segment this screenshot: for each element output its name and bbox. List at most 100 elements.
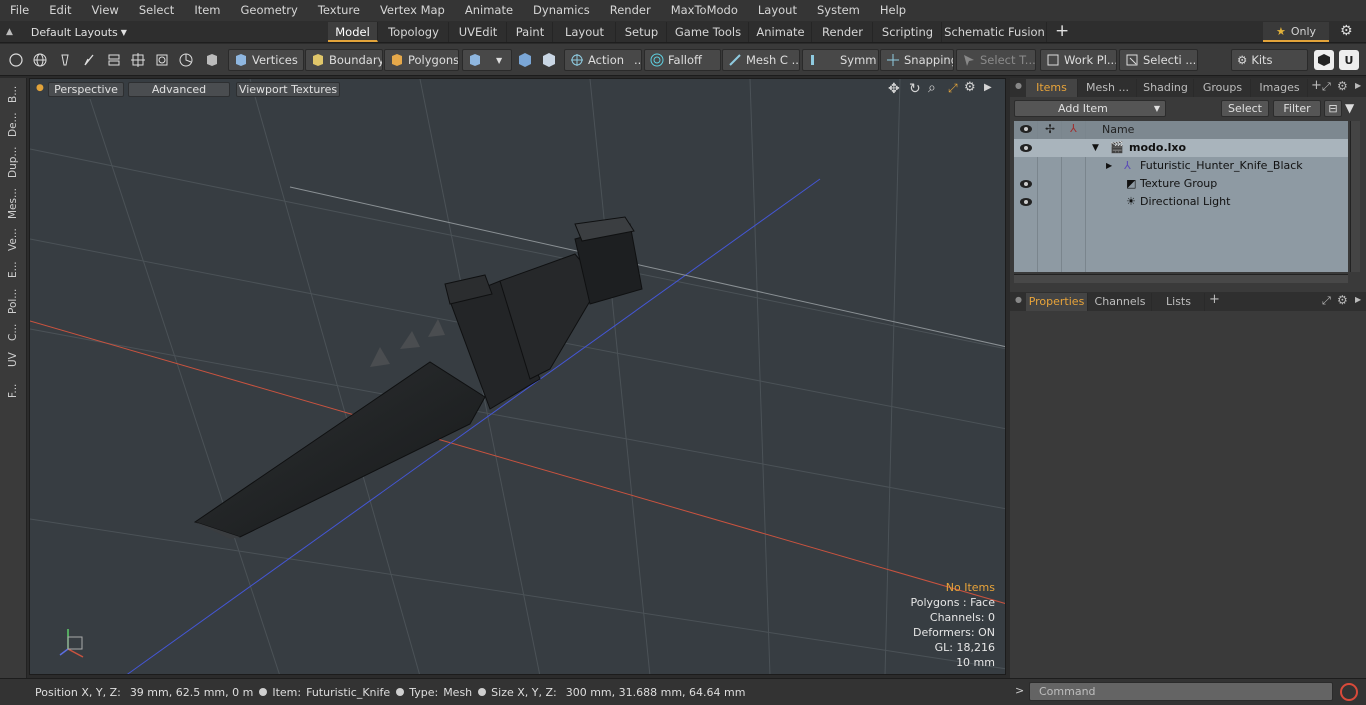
list-item[interactable]: ▼ 🎬 modo.lxo	[1014, 139, 1348, 157]
tab-render[interactable]: Render	[813, 22, 873, 42]
select-through-button[interactable]: Select T...	[956, 49, 1036, 71]
menu-layout[interactable]: Layout	[748, 0, 807, 21]
tab-groups[interactable]: Groups	[1195, 79, 1251, 97]
brush-icon[interactable]	[80, 51, 98, 69]
filter-funnel-icon[interactable]: ▼	[1345, 101, 1354, 115]
record-icon[interactable]	[1340, 683, 1358, 701]
transform-icon[interactable]	[105, 51, 123, 69]
menu-edit[interactable]: Edit	[39, 0, 81, 21]
falloff-button[interactable]: Falloff	[644, 49, 721, 71]
viewport-menu-dot[interactable]: ●	[36, 83, 44, 93]
items-h-scrollbar[interactable]	[1014, 274, 1348, 283]
snapping-button[interactable]: Snapping	[880, 49, 954, 71]
item-mode-button[interactable]: ▼	[462, 49, 512, 71]
play-arrow-icon[interactable]: ▶	[984, 82, 992, 93]
pan-icon[interactable]: ✥	[888, 81, 900, 97]
items-scrollbar[interactable]	[1350, 121, 1360, 272]
kits-button[interactable]: ⚙ Kits	[1231, 49, 1308, 71]
tab-images[interactable]: Images	[1252, 79, 1308, 97]
left-tab-mesh-edit[interactable]: Mes...	[4, 184, 22, 222]
cube-icon[interactable]	[1314, 50, 1334, 70]
tab-schematic-fusion[interactable]: Schematic Fusion	[943, 22, 1047, 42]
zoom-icon[interactable]: ⌕	[928, 80, 936, 96]
rotate-icon[interactable]	[177, 51, 195, 69]
menu-file[interactable]: File	[0, 0, 39, 21]
add-tab-icon[interactable]: +	[1311, 78, 1322, 93]
menu-maxtomodo[interactable]: MaxToModo	[661, 0, 748, 21]
command-input[interactable]: Command	[1029, 682, 1333, 701]
eye-icon[interactable]	[1019, 196, 1033, 214]
tab-properties[interactable]: Properties	[1026, 293, 1088, 311]
tab-animate[interactable]: Animate	[750, 22, 812, 42]
gear-icon[interactable]: ⚙	[1340, 23, 1353, 39]
tab-shading[interactable]: Shading	[1138, 79, 1194, 97]
tab-uvedit[interactable]: UVEdit	[450, 22, 507, 42]
tab-paint[interactable]: Paint	[508, 22, 553, 42]
menu-item[interactable]: Item	[184, 0, 230, 21]
left-tab-uv[interactable]: UV	[4, 348, 22, 372]
left-tab-deform[interactable]: De...	[4, 110, 22, 140]
panel-menu-dot[interactable]: ●	[1015, 81, 1022, 90]
layout-selector[interactable]: ▲ Default Layouts ▼	[6, 21, 127, 43]
mesh-constraint-button[interactable]: Mesh C ...	[722, 49, 800, 71]
add-item-button[interactable]: Add Item ▼	[1014, 100, 1166, 117]
rotate-view-icon[interactable]: ↻	[909, 81, 921, 97]
menu-geometry[interactable]: Geometry	[231, 0, 308, 21]
left-tab-curve[interactable]: C...	[4, 320, 22, 344]
list-item[interactable]: ☀ Directional Light	[1014, 193, 1348, 211]
gear-icon[interactable]: ⚙	[964, 80, 976, 95]
tab-layout[interactable]: Layout	[554, 22, 616, 42]
select-button[interactable]: Select	[1221, 100, 1269, 117]
menu-animate[interactable]: Animate	[455, 0, 523, 21]
advanced-button[interactable]: Advanced	[128, 82, 230, 97]
menu-vertex-map[interactable]: Vertex Map	[370, 0, 455, 21]
tab-scripting[interactable]: Scripting	[874, 22, 942, 42]
tab-setup[interactable]: Setup	[617, 22, 667, 42]
expand-arrow-icon[interactable]: ▶	[1106, 157, 1112, 175]
gear-icon[interactable]: ⚙	[1337, 79, 1348, 93]
add-tab-icon[interactable]: +	[1055, 21, 1069, 42]
list-item[interactable]: ▶ ⅄ Futuristic_Hunter_Knife_Black	[1014, 157, 1348, 175]
pen-icon[interactable]	[56, 51, 74, 69]
panel-menu-dot[interactable]: ●	[1015, 295, 1022, 304]
left-tab-fusion[interactable]: F...	[4, 376, 22, 406]
shield-blue-icon[interactable]	[516, 51, 534, 69]
play-arrow-icon[interactable]: ▶	[1355, 295, 1361, 304]
maximize-icon[interactable]: ⤢	[1322, 80, 1331, 94]
left-tab-vertex[interactable]: Ve...	[4, 226, 22, 254]
unreal-icon[interactable]: U	[1339, 50, 1359, 70]
selection-sets-button[interactable]: Selecti ...	[1119, 49, 1198, 71]
3d-viewport[interactable]: ● Perspective Advanced Viewport Textures…	[29, 78, 1006, 675]
workplane-button[interactable]: Work Pl...	[1040, 49, 1117, 71]
circle-select-icon[interactable]	[7, 51, 25, 69]
shield-icon[interactable]	[203, 51, 221, 69]
boundary-button[interactable]: Boundary	[305, 49, 383, 71]
menu-view[interactable]: View	[82, 0, 129, 21]
maximize-icon[interactable]: ⤢	[1322, 294, 1331, 308]
only-toggle[interactable]: ★ Only	[1263, 22, 1329, 42]
tab-topology[interactable]: Topology	[379, 22, 449, 42]
shield-check-icon[interactable]	[540, 51, 558, 69]
tab-items[interactable]: Items	[1026, 79, 1078, 97]
left-tab-polygon[interactable]: Pol...	[4, 286, 22, 316]
menu-help[interactable]: Help	[870, 0, 916, 21]
tab-lists[interactable]: Lists	[1153, 293, 1205, 311]
menu-render[interactable]: Render	[600, 0, 661, 21]
viewport-textures-button[interactable]: Viewport Textures	[236, 82, 340, 97]
symmetry-button[interactable]: Symm ...	[802, 49, 879, 71]
menu-texture[interactable]: Texture	[308, 0, 370, 21]
left-tab-basic[interactable]: B...	[4, 82, 22, 106]
action-button[interactable]: Action...	[564, 49, 642, 71]
globe-icon[interactable]	[31, 51, 49, 69]
tab-model[interactable]: Model	[328, 22, 378, 42]
tab-mesh[interactable]: Mesh ...	[1079, 79, 1137, 97]
collapse-icon[interactable]: ⊟	[1324, 100, 1342, 117]
play-arrow-icon[interactable]: ▶	[1355, 81, 1361, 90]
name-column-header[interactable]: Name	[1102, 121, 1134, 139]
list-item[interactable]: ◩ Texture Group	[1014, 175, 1348, 193]
filter-button[interactable]: Filter	[1273, 100, 1321, 117]
tab-game-tools[interactable]: Game Tools	[668, 22, 749, 42]
menu-dynamics[interactable]: Dynamics	[523, 0, 600, 21]
tab-channels[interactable]: Channels	[1089, 293, 1152, 311]
perspective-button[interactable]: Perspective	[48, 82, 124, 97]
